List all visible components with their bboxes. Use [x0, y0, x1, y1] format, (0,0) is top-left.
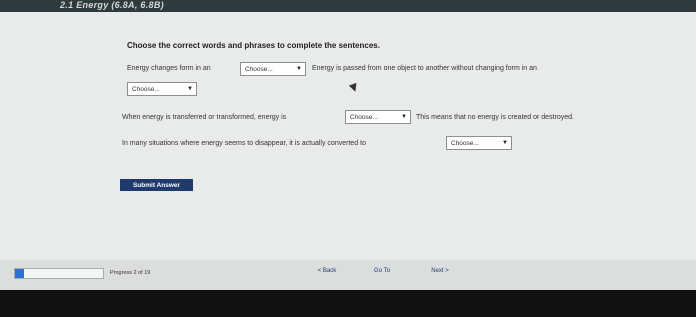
lesson-title: 2.1 Energy (6.8A, 6.8B) [60, 0, 164, 10]
back-button[interactable]: < Back [314, 265, 340, 277]
chevron-down-icon: ▼ [502, 140, 508, 146]
sentence2-part1: When energy is transferred or transforme… [122, 114, 287, 121]
progress-label: Progress 2 of 19 [110, 270, 151, 276]
select-1[interactable]: Choose... ▼ [240, 62, 306, 76]
select-4[interactable]: Choose... ▼ [446, 136, 512, 150]
select-3[interactable]: Choose... ▼ [345, 110, 411, 124]
sentence1-part2: Energy is passed from one object to anot… [312, 65, 537, 72]
sentence3-part1: In many situations where energy seems to… [122, 140, 366, 147]
select-4-value: Choose... [451, 140, 479, 147]
select-3-value: Choose... [350, 114, 378, 121]
screen-bezel [0, 290, 696, 317]
chevron-down-icon: ▼ [401, 114, 407, 120]
submit-answer-button[interactable]: Submit Answer [120, 179, 193, 191]
sentence2-part2: This means that no energy is created or … [416, 114, 574, 121]
progress-fill [15, 269, 25, 278]
select-2-value: Choose... [132, 86, 160, 93]
next-button[interactable]: Next > [426, 265, 454, 277]
goto-button[interactable]: Go To [370, 265, 394, 277]
chevron-down-icon: ▼ [187, 86, 193, 92]
select-1-value: Choose... [245, 66, 273, 73]
chevron-down-icon: ▼ [296, 66, 302, 72]
progress-bar [14, 268, 104, 279]
instructions: Choose the correct words and phrases to … [127, 41, 380, 50]
select-2[interactable]: Choose... ▼ [127, 82, 197, 96]
sentence1-part1: Energy changes form in an [127, 65, 211, 72]
